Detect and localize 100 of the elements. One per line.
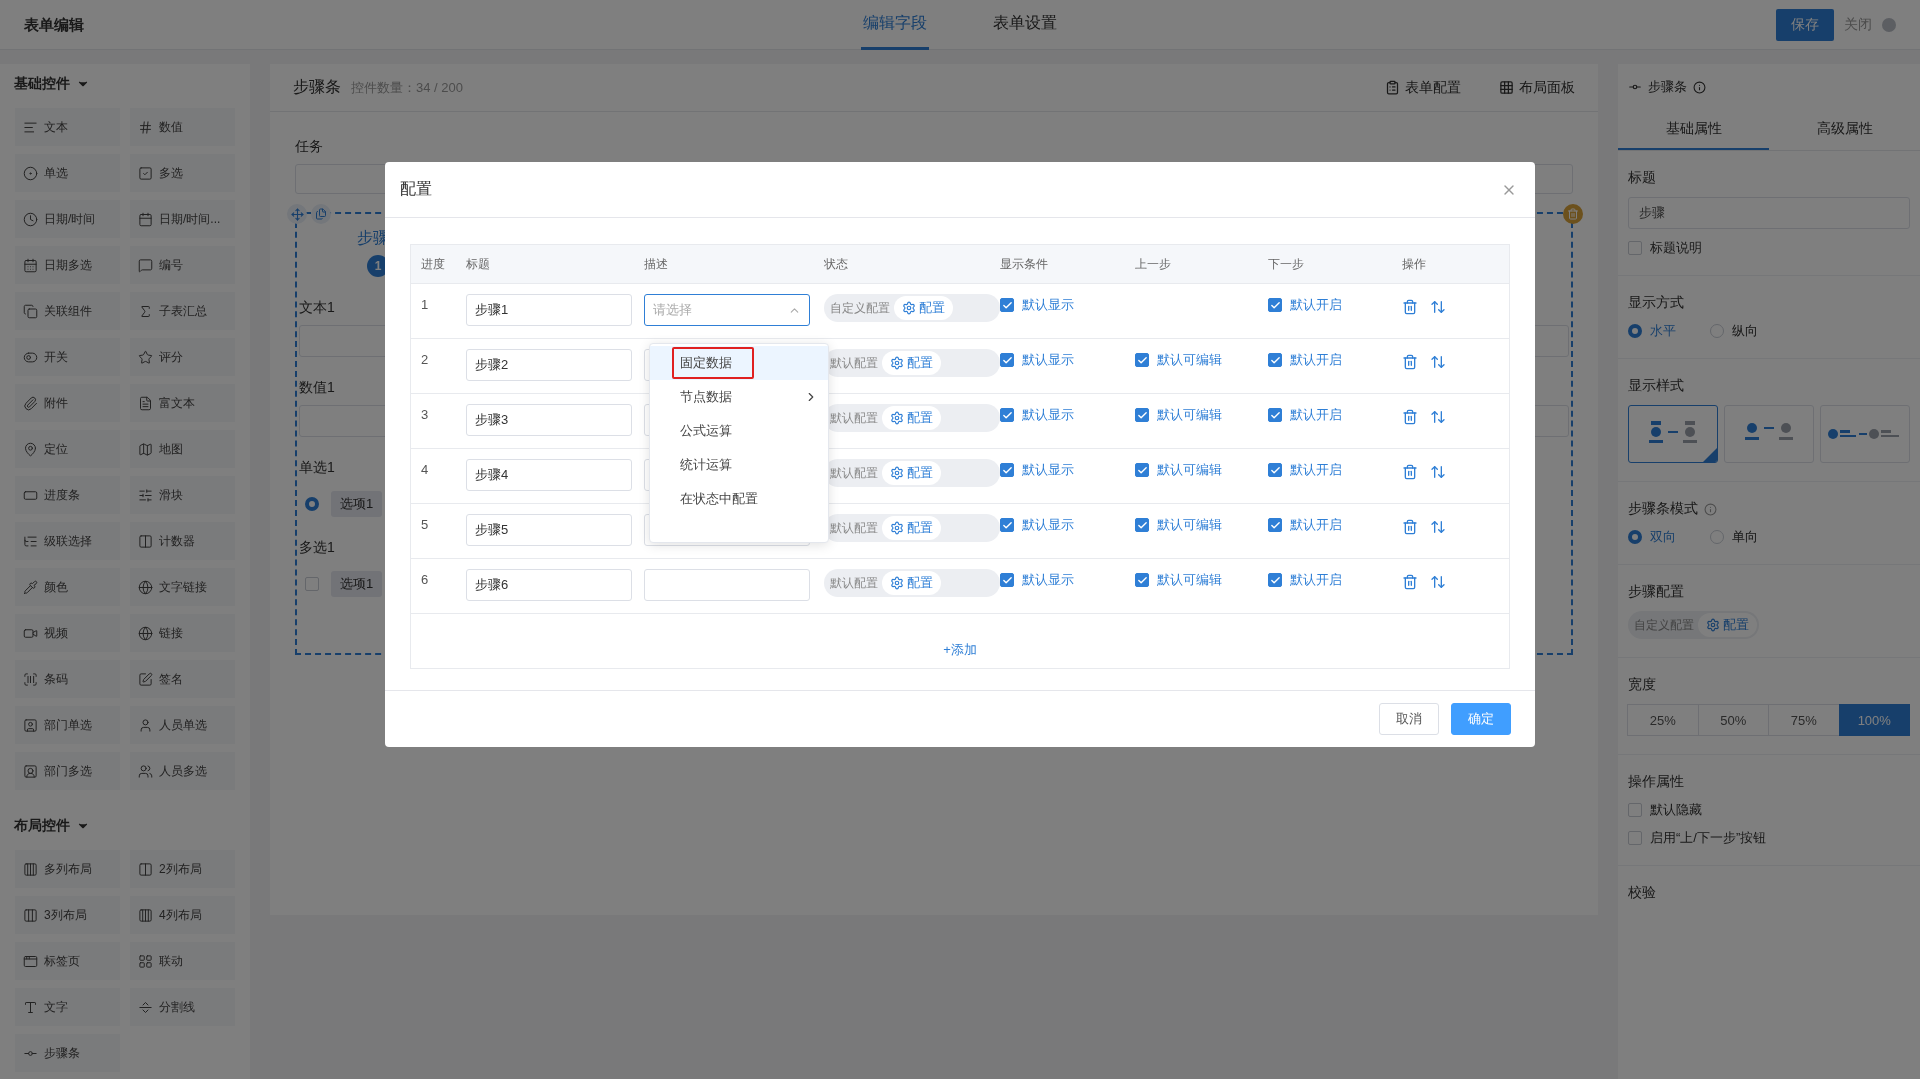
checkbox[interactable] xyxy=(1268,518,1282,532)
component-item[interactable]: 部门单选 xyxy=(15,706,120,744)
menu-item[interactable]: 节点数据 xyxy=(650,380,828,414)
component-item[interactable]: 富文本 xyxy=(130,384,235,422)
component-item[interactable]: 标签页 xyxy=(15,942,120,980)
component-item[interactable]: 单选 xyxy=(15,154,120,192)
component-item[interactable]: 多列布局 xyxy=(15,850,120,888)
component-item[interactable]: 计数器 xyxy=(130,522,235,560)
save-button[interactable]: 保存 xyxy=(1776,9,1834,41)
checkbox[interactable] xyxy=(1135,353,1149,367)
title-input[interactable]: 步骤2 xyxy=(466,349,632,381)
checkbox[interactable] xyxy=(1628,803,1642,817)
component-item[interactable]: 3列布局 xyxy=(15,896,120,934)
sort-icon[interactable] xyxy=(1430,574,1446,590)
cancel-button[interactable]: 取消 xyxy=(1379,703,1439,735)
component-item[interactable]: 数值 xyxy=(130,108,235,146)
component-item[interactable]: 2列布局 xyxy=(130,850,235,888)
group-title[interactable]: 布局控件 xyxy=(14,817,70,835)
checkbox[interactable] xyxy=(1000,573,1014,587)
sort-icon[interactable] xyxy=(1430,464,1446,480)
menu-item[interactable]: 公式运算 xyxy=(650,414,828,448)
width-option[interactable]: 50% xyxy=(1697,704,1769,736)
component-item[interactable]: 文本 xyxy=(15,108,120,146)
checkbox[interactable] xyxy=(1268,573,1282,587)
component-item[interactable]: 文字链接 xyxy=(130,568,235,606)
panel-action[interactable]: 布局面板 xyxy=(1499,78,1575,97)
properties-tab[interactable]: 高级属性 xyxy=(1769,110,1920,150)
config-button[interactable]: 配置 xyxy=(882,516,941,540)
component-item[interactable]: 视频 xyxy=(15,614,120,652)
component-item[interactable]: 人员单选 xyxy=(130,706,235,744)
top-tab[interactable]: 表单设置 xyxy=(991,0,1059,50)
panel-action[interactable]: 表单配置 xyxy=(1385,78,1461,97)
checkbox[interactable] xyxy=(1628,241,1642,255)
title-input[interactable]: 步骤3 xyxy=(466,404,632,436)
confirm-button[interactable]: 确定 xyxy=(1451,703,1511,735)
radio-button[interactable] xyxy=(1710,324,1724,338)
menu-item[interactable]: 统计运算 xyxy=(650,448,828,482)
checkbox[interactable] xyxy=(1000,408,1014,422)
description-input[interactable] xyxy=(644,569,810,601)
config-button[interactable]: 配置 xyxy=(882,406,941,430)
title-input[interactable]: 步骤6 xyxy=(466,569,632,601)
group-title[interactable]: 基础控件 xyxy=(14,75,70,93)
radio-button[interactable] xyxy=(1628,530,1642,544)
width-option[interactable]: 75% xyxy=(1768,704,1840,736)
component-item[interactable]: 关联组件 xyxy=(15,292,120,330)
title-input[interactable]: 步骤5 xyxy=(466,514,632,546)
delete-icon[interactable] xyxy=(1402,299,1418,315)
checkbox[interactable] xyxy=(1628,831,1642,845)
delete-icon[interactable] xyxy=(1402,354,1418,370)
component-item[interactable]: 文字 xyxy=(15,988,120,1026)
component-item[interactable]: 人员多选 xyxy=(130,752,235,790)
checkbox[interactable] xyxy=(1268,408,1282,422)
checkbox[interactable] xyxy=(1000,518,1014,532)
width-option[interactable]: 25% xyxy=(1627,704,1699,736)
checkbox[interactable] xyxy=(1268,463,1282,477)
delete-icon[interactable] xyxy=(1402,519,1418,535)
component-item[interactable]: 级联选择 xyxy=(15,522,120,560)
radio-button[interactable] xyxy=(1710,530,1724,544)
checkbox[interactable] xyxy=(1135,518,1149,532)
title-input[interactable]: 步骤 xyxy=(1628,197,1910,229)
title-input[interactable]: 步骤1 xyxy=(466,294,632,326)
checkbox[interactable] xyxy=(1268,298,1282,312)
checkbox[interactable] xyxy=(1135,408,1149,422)
checkbox[interactable] xyxy=(1135,463,1149,477)
component-item[interactable]: 多选 xyxy=(130,154,235,192)
component-item[interactable]: 步骤条 xyxy=(15,1034,120,1072)
style-option[interactable] xyxy=(1628,405,1718,463)
config-button[interactable]: 配置 xyxy=(882,571,941,595)
component-item[interactable]: 评分 xyxy=(130,338,235,376)
config-button[interactable]: 配置 xyxy=(882,351,941,375)
component-item[interactable]: 日期多选 xyxy=(15,246,120,284)
component-item[interactable]: 地图 xyxy=(130,430,235,468)
component-item[interactable]: 条码 xyxy=(15,660,120,698)
checkbox[interactable] xyxy=(1268,353,1282,367)
config-button[interactable]: 配置 xyxy=(882,461,941,485)
menu-item[interactable]: 固定数据 xyxy=(650,346,828,380)
radio-button[interactable] xyxy=(305,497,319,511)
sort-icon[interactable] xyxy=(1430,519,1446,535)
sort-icon[interactable] xyxy=(1430,409,1446,425)
sort-icon[interactable] xyxy=(1430,299,1446,315)
checkbox[interactable] xyxy=(305,577,319,591)
delete-icon[interactable] xyxy=(1402,409,1418,425)
config-button[interactable]: 配置 xyxy=(1698,613,1757,637)
component-item[interactable]: 进度条 xyxy=(15,476,120,514)
checkbox[interactable] xyxy=(1000,353,1014,367)
component-item[interactable]: 滑块 xyxy=(130,476,235,514)
add-link[interactable]: +添加 xyxy=(937,631,983,668)
checkbox[interactable] xyxy=(1000,463,1014,477)
description-select[interactable]: 请选择 xyxy=(644,294,810,326)
component-item[interactable]: 4列布局 xyxy=(130,896,235,934)
properties-tab[interactable]: 基础属性 xyxy=(1618,110,1769,150)
delete-icon[interactable] xyxy=(1402,464,1418,480)
sort-icon[interactable] xyxy=(1430,354,1446,370)
top-tab[interactable]: 编辑字段 xyxy=(861,0,929,50)
config-button[interactable]: 配置 xyxy=(894,296,953,320)
menu-item[interactable]: 在状态中配置 xyxy=(650,482,828,516)
checkbox[interactable] xyxy=(1135,573,1149,587)
component-item[interactable]: 定位 xyxy=(15,430,120,468)
move-icon[interactable] xyxy=(290,207,304,221)
radio-button[interactable] xyxy=(1628,324,1642,338)
